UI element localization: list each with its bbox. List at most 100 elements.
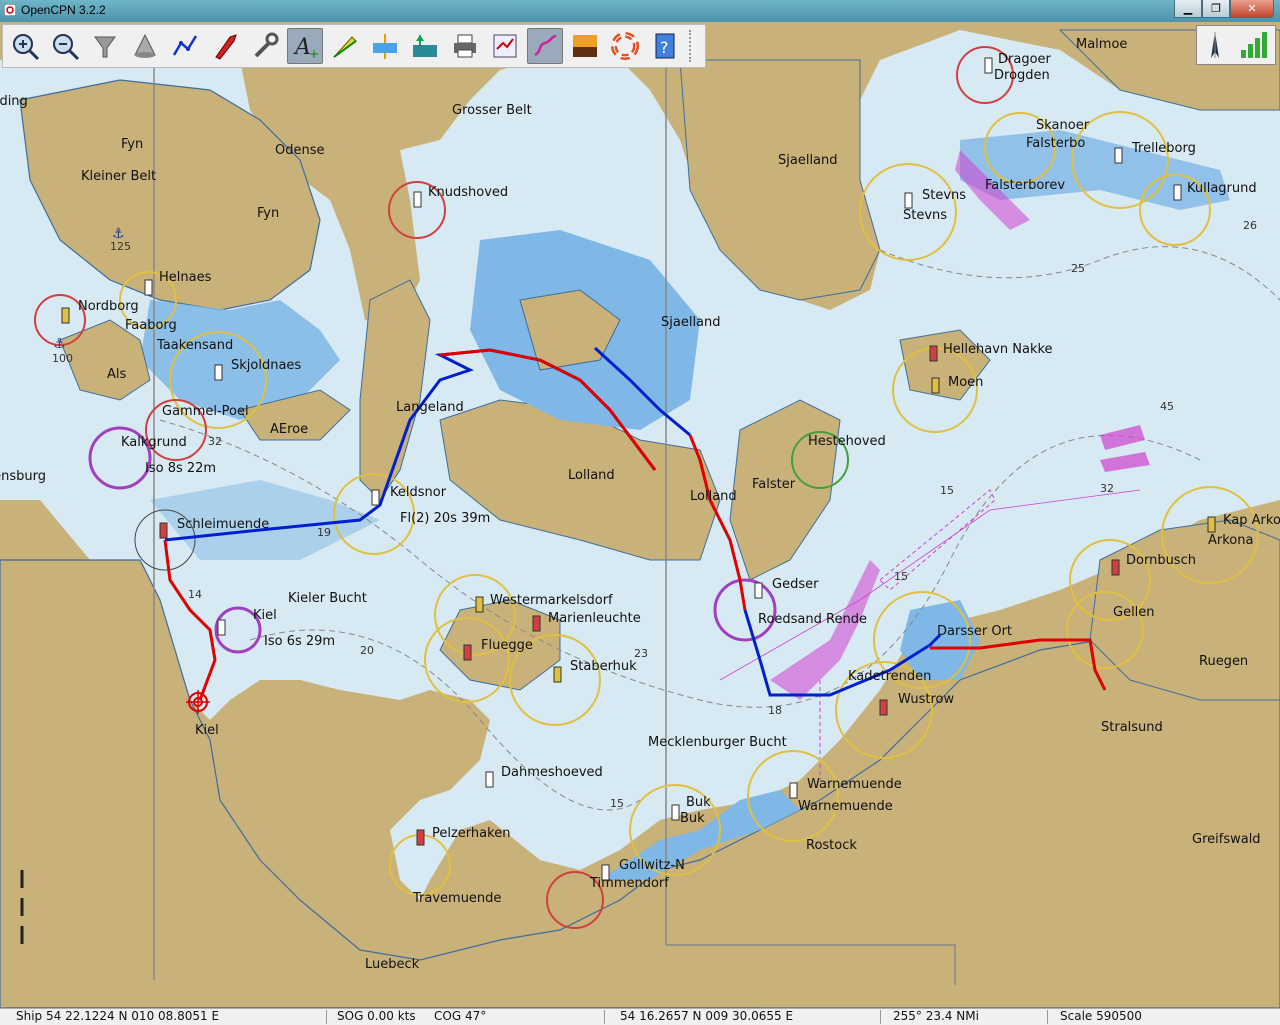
ship-position: Ship 54 22.1224 N 010 08.8051 E (16, 1009, 220, 1023)
chart-scale: Scale 590500 (1060, 1009, 1142, 1023)
label-arkona: Arkona (1208, 533, 1254, 548)
title-bar[interactable]: OpenCPN 3.2.2 ▁ ❐ ✕ (0, 0, 1280, 22)
toolbar-grip[interactable] (689, 30, 697, 62)
track-icon (534, 34, 557, 57)
label-faaborg: Faaborg (125, 318, 177, 333)
ais-icon (413, 35, 437, 57)
label-moen: Moen (948, 375, 984, 390)
label-grosser-belt: Grosser Belt (452, 103, 532, 118)
zoom-in-button[interactable] (7, 28, 43, 64)
label-malmoe: Malmoe (1076, 37, 1128, 52)
label-stevns-1: Stevns (922, 188, 967, 203)
tide-icon (373, 34, 397, 59)
help-button[interactable]: ? (647, 28, 683, 64)
label-staberhuk: Staberhuk (570, 659, 637, 674)
label-kiel-city: Kiel (195, 723, 219, 738)
sog-value: SOG 0.00 kts (337, 1009, 416, 1023)
chart-canvas[interactable]: ⚓ ⚓ Malmoe Dragoer Drogden Kolding Gross… (0, 22, 1280, 1008)
scale-in-button[interactable] (87, 28, 123, 64)
depth-18: 18 (768, 704, 782, 717)
mob-button[interactable] (607, 28, 643, 64)
label-hestehoved: Hestehoved (808, 434, 886, 449)
scale-out-button[interactable] (127, 28, 163, 64)
compass-icon[interactable] (1203, 30, 1227, 60)
ship-icon (215, 34, 237, 60)
wrench-icon (254, 32, 279, 58)
label-mecklenburger-bucht: Mecklenburger Bucht (648, 735, 787, 750)
label-dahmeshoeved: Dahmeshoeved (501, 765, 603, 780)
label-marienleuchte: Marienleuchte (548, 611, 641, 626)
label-falster: Falster (752, 477, 796, 492)
depth-14: 14 (188, 588, 202, 601)
label-fl2-20s: Fl(2) 20s 39m (400, 511, 491, 526)
text-button[interactable]: A + (287, 28, 323, 64)
restore-icon: ❐ (1211, 2, 1221, 15)
label-warnemuende-2: Warnemuende (798, 799, 893, 814)
cursor-bearing-distance: 255° 23.4 NMi (893, 1009, 979, 1023)
label-ruegen: Ruegen (1199, 654, 1249, 669)
current-icon (333, 36, 357, 58)
label-keldsnor: Keldsnor (390, 485, 447, 500)
help-icon: ? (655, 33, 675, 59)
svg-text:+: + (309, 47, 319, 61)
tide-button[interactable] (367, 28, 403, 64)
label-dornbusch: Dornbusch (1126, 553, 1196, 568)
settings-button[interactable] (247, 28, 283, 64)
depth-15-b: 15 (894, 570, 908, 583)
label-greifswald: Greifswald (1192, 832, 1261, 847)
label-buk-2: Buk (680, 811, 705, 826)
label-gammel-poel: Gammel-Poel (162, 404, 249, 419)
gps-signal-icon[interactable] (1239, 30, 1269, 60)
label-iso-6s: Iso 6s 29m (264, 634, 336, 649)
route-manager-button[interactable] (487, 28, 523, 64)
maximize-button[interactable]: ❐ (1202, 0, 1230, 18)
label-sjaelland-2: Sjaelland (661, 315, 721, 330)
depth-20: 20 (360, 644, 374, 657)
label-odense: Odense (275, 143, 325, 158)
depth-125: 125 (110, 240, 131, 253)
auto-follow-button[interactable] (207, 28, 243, 64)
minimize-button[interactable]: ▁ (1174, 0, 1202, 18)
zoom-out-button[interactable] (47, 28, 83, 64)
cog-value: COG 47° (434, 1009, 487, 1023)
label-fyn-1: Fyn (121, 137, 144, 152)
track-button[interactable] (527, 28, 563, 64)
label-kullagrund: Kullagrund (1187, 181, 1257, 196)
window-title: OpenCPN 3.2.2 (21, 3, 106, 17)
label-kolding: Kolding (0, 94, 28, 109)
print-button[interactable] (447, 28, 483, 64)
route-manager-icon (493, 34, 517, 58)
label-drogden: Drogden (994, 68, 1050, 83)
depth-15-a: 15 (940, 484, 954, 497)
printer-icon (454, 34, 476, 58)
depth-19: 19 (317, 526, 331, 539)
label-hellehavn-nakke: Hellehavn Nakke (943, 342, 1053, 357)
label-kiel: Kiel (253, 608, 277, 623)
label-lolland-1: Lolland (568, 468, 615, 483)
sunset-icon (573, 35, 597, 57)
minimize-icon: ▁ (1183, 2, 1193, 15)
label-gollwitz-n: Gollwitz-N (619, 858, 685, 873)
anchor-icon: ⚓ (53, 336, 66, 352)
colorscheme-button[interactable] (567, 28, 603, 64)
label-rostock: Rostock (806, 838, 857, 853)
label-gellen: Gellen (1113, 605, 1155, 620)
label-buk-1: Buk (686, 795, 711, 810)
label-falsterborev: Falsterborev (985, 178, 1066, 193)
status-toolbar (1196, 25, 1276, 65)
label-als: Als (107, 367, 127, 382)
label-skjoldnaes: Skjoldnaes (231, 358, 302, 373)
current-button[interactable] (327, 28, 363, 64)
label-kalkgrund: Kalkgrund (121, 435, 187, 450)
label-sjaelland-1: Sjaelland (778, 153, 838, 168)
text-icon: A+ (293, 35, 319, 61)
label-helnaes: Helnaes (159, 270, 212, 285)
ais-button[interactable] (407, 28, 443, 64)
zoom-out-icon (53, 34, 80, 61)
depth-32-a: 32 (208, 435, 222, 448)
cone-icon (134, 33, 156, 58)
close-button[interactable]: ✕ (1230, 0, 1274, 18)
route-button[interactable] (167, 28, 203, 64)
label-stralsund: Stralsund (1101, 720, 1163, 735)
label-kieler-bucht: Kieler Bucht (288, 591, 367, 606)
